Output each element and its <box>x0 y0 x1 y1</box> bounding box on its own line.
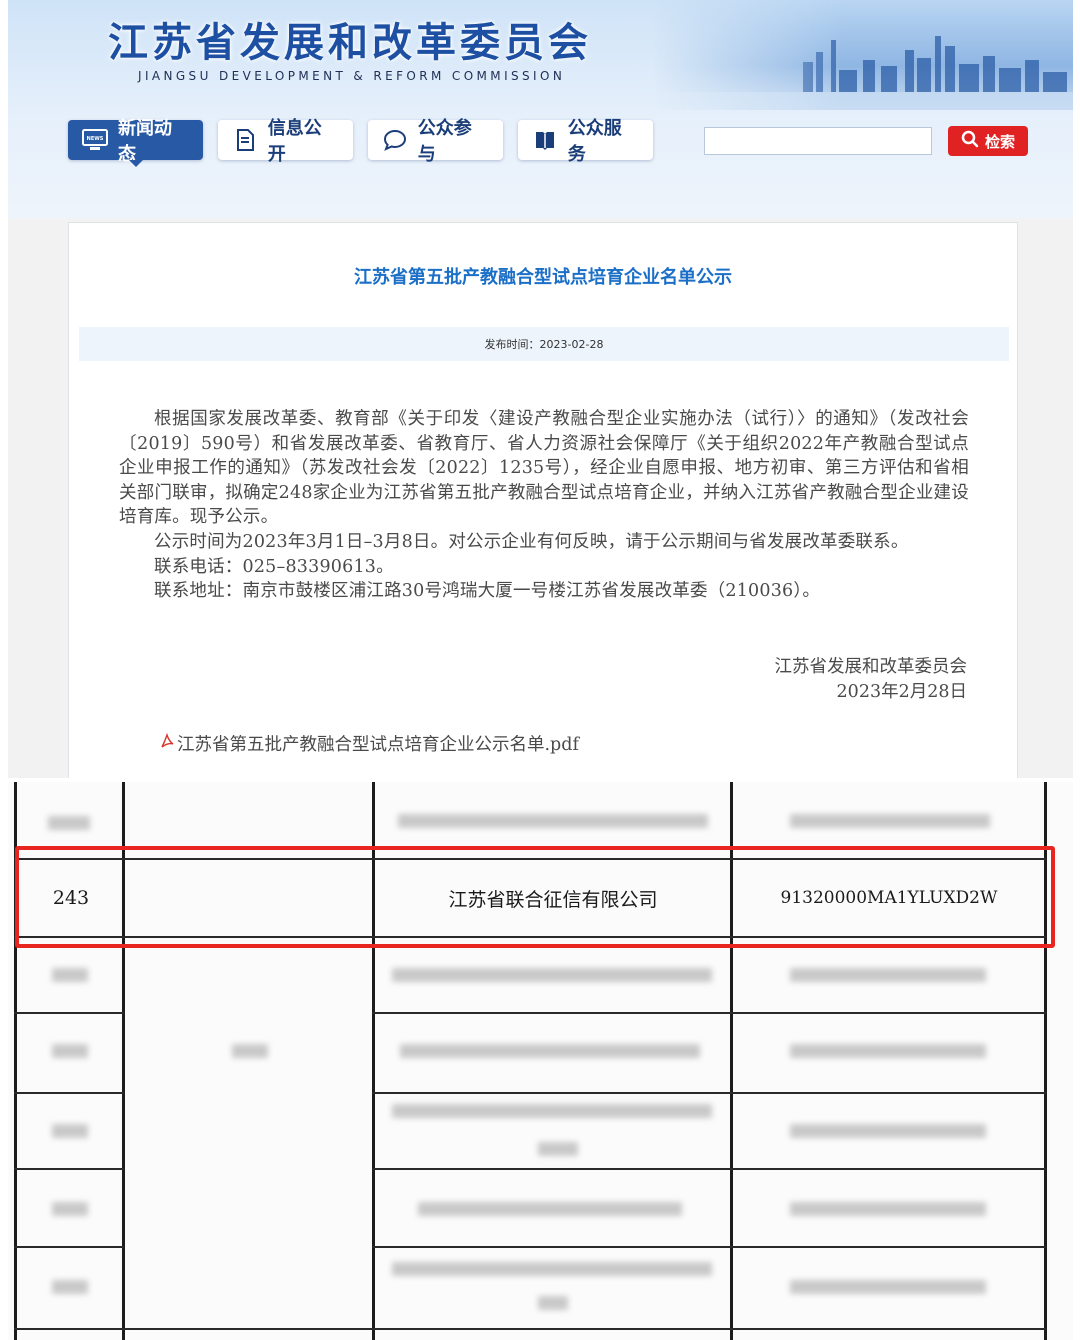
table-border <box>14 1168 124 1170</box>
search-button-label: 检索 <box>984 132 1015 151</box>
article-paragraph: 根据国家发展改革委、教育部《关于印发〈建设产教融合型企业实施办法（试行）〉的通知… <box>119 409 969 528</box>
article-panel: 江苏省第五批产教融合型试点培育企业名单公示 发布时间：2023-02-28 根据… <box>68 222 1018 778</box>
contact-address: 联系地址：南京市鼓楼区浦江路30号鸿瑞大厦一号楼江苏省发展改革委（210036）… <box>154 581 821 602</box>
attachment-name: 江苏省第五批产教融合型试点培育企业公示名单.pdf <box>177 735 579 755</box>
redacted-cell <box>538 1142 578 1156</box>
redacted-cell <box>538 1296 568 1310</box>
redacted-cell <box>400 1044 700 1058</box>
redacted-cell <box>392 1104 712 1118</box>
highlight-box <box>15 846 1055 948</box>
article-title: 江苏省第五批产教融合型试点培育企业名单公示 <box>354 267 732 288</box>
redacted-cell <box>232 1044 268 1058</box>
publish-date: 发布时间：2023-02-28 <box>484 338 604 351</box>
signature-block: 江苏省发展和改革委员会 2023年2月28日 <box>775 655 968 705</box>
redacted-cell <box>790 1280 986 1294</box>
table-border <box>14 1246 124 1248</box>
svg-text:NEWS: NEWS <box>87 136 104 142</box>
redacted-cell <box>52 1044 88 1058</box>
redacted-cell <box>790 1124 986 1138</box>
table-border <box>372 1246 1046 1248</box>
table-border <box>14 1012 124 1014</box>
redacted-cell <box>48 816 90 830</box>
nav-item-label: 公众参与 <box>417 118 472 165</box>
table-border <box>14 1328 1046 1330</box>
redacted-cell <box>790 1202 986 1216</box>
city-skyline-banner <box>653 0 1073 110</box>
table-border <box>372 1012 1046 1014</box>
article-paragraph: 公示时间为2023年3月1日–3月8日。对公示企业有何反映，请于公示期间与省发展… <box>154 531 909 552</box>
nav-item-info-disclosure[interactable]: 信息公开 <box>218 118 353 165</box>
attachment-link[interactable]: 江苏省第五批产教融合型试点培育企业公示名单.pdf <box>159 731 579 756</box>
book-icon <box>532 128 558 152</box>
article-body: 根据国家发展改革委、教育部《关于印发〈建设产教融合型企业实施办法（试行）〉的通知… <box>119 407 969 604</box>
contact-phone: 联系电话：025–83390613。 <box>154 556 394 577</box>
signature-date: 2023年2月28日 <box>836 682 967 702</box>
site-title: 江苏省发展和改革委员会 <box>108 19 592 66</box>
redacted-cell <box>790 968 986 982</box>
search-button[interactable]: 检索 <box>948 126 1028 156</box>
nav-item-label: 信息公开 <box>267 118 322 165</box>
redacted-cell <box>52 1280 88 1294</box>
search-input[interactable] <box>704 127 932 155</box>
redacted-cell <box>398 814 708 828</box>
redacted-cell <box>392 1262 712 1276</box>
redacted-cell <box>52 1124 88 1138</box>
redacted-cell <box>790 814 990 828</box>
redacted-cell <box>418 1202 682 1216</box>
redacted-cell <box>52 1202 88 1216</box>
chat-icon <box>382 128 408 152</box>
redacted-cell <box>392 968 712 982</box>
pdf-icon <box>159 732 175 754</box>
site-header: 江苏省发展和改革委员会 JIANGSU DEVELOPMENT & REFORM… <box>8 0 1073 218</box>
search-icon <box>961 130 979 152</box>
document-icon <box>232 128 258 152</box>
scanned-table-image: 243 江苏省联合征信有限公司 91320000MA1YLUXD2W <box>8 782 1073 1340</box>
news-icon: NEWS <box>82 128 108 152</box>
nav-item-public-service[interactable]: 公众服务 <box>518 118 653 165</box>
signature-org: 江苏省发展和改革委员会 <box>774 657 968 677</box>
redacted-cell <box>52 968 88 982</box>
nav-item-news[interactable]: NEWS 新闻动态 <box>68 118 203 167</box>
redacted-cell <box>790 1044 986 1058</box>
nav-item-public-participation[interactable]: 公众参与 <box>368 118 503 165</box>
table-border <box>14 1092 124 1094</box>
table-border <box>372 1168 1046 1170</box>
nav-item-label: 新闻动态 <box>118 118 172 165</box>
publish-date-bar: 发布时间：2023-02-28 <box>79 327 1009 361</box>
nav-item-label: 公众服务 <box>567 118 622 165</box>
site-subtitle: JIANGSU DEVELOPMENT & REFORM COMMISSION <box>138 69 566 83</box>
table-border <box>372 1092 1046 1094</box>
